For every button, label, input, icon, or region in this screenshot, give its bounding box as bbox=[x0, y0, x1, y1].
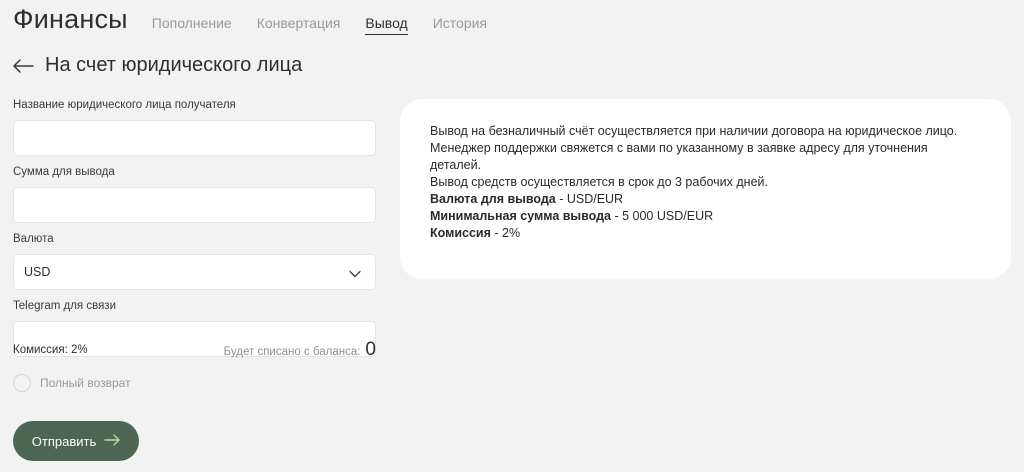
page-title: Финансы bbox=[13, 4, 128, 34]
info-line-contract: Вывод на безналичный счёт осуществляется… bbox=[430, 124, 958, 138]
info-line-manager: Менеджер поддержки свяжется с вами по ук… bbox=[430, 141, 928, 172]
balance-info: Будет списано с баланса: 0 bbox=[224, 339, 376, 361]
tabs: Пополнение Конвертация Вывод История bbox=[152, 15, 512, 35]
tab-history[interactable]: История bbox=[433, 15, 487, 35]
submit-button[interactable]: Отправить bbox=[13, 421, 139, 461]
summary-row: Комиссия: 2% Будет списано с баланса: 0 bbox=[13, 339, 376, 361]
tab-conversion[interactable]: Конвертация bbox=[257, 15, 341, 35]
info-currency-key: Валюта для вывода bbox=[430, 192, 556, 206]
tab-deposit[interactable]: Пополнение bbox=[152, 15, 232, 35]
company-name-input[interactable] bbox=[24, 121, 365, 155]
info-currency: Валюта для вывода - USD/EUR bbox=[430, 191, 981, 208]
info-currency-value: - USD/EUR bbox=[555, 192, 624, 206]
info-min-key: Минимальная сумма вывода bbox=[430, 209, 611, 223]
withdraw-form: Название юридического лица получателя Су… bbox=[13, 99, 376, 367]
info-card: Вывод на безналичный счёт осуществляется… bbox=[400, 99, 1011, 279]
subheader: На счет юридического лица bbox=[12, 54, 302, 77]
currency-select[interactable]: USD bbox=[13, 254, 376, 290]
full-refund-option[interactable]: Полный возврат bbox=[13, 374, 131, 392]
arrow-right-icon bbox=[104, 433, 120, 449]
amount-field[interactable] bbox=[13, 187, 376, 223]
section-title: На счет юридического лица bbox=[45, 54, 303, 76]
info-commission-key: Комиссия bbox=[430, 226, 491, 240]
balance-label: Будет списано с баланса: bbox=[223, 346, 361, 358]
info-min-value: - 5 000 USD/EUR bbox=[611, 209, 714, 223]
info-commission: Комиссия - 2% bbox=[430, 225, 981, 242]
arrow-left-icon[interactable] bbox=[12, 55, 34, 77]
info-min-amount: Минимальная сумма вывода - 5 000 USD/EUR bbox=[430, 208, 981, 225]
currency-label: Валюта bbox=[13, 233, 54, 245]
telegram-label: Telegram для связи bbox=[13, 300, 116, 312]
info-commission-value: - 2% bbox=[490, 226, 521, 240]
full-refund-radio[interactable] bbox=[13, 374, 31, 392]
amount-label: Сумма для вывода bbox=[13, 166, 115, 178]
top-header: Финансы Пополнение Конвертация Вывод Ист… bbox=[13, 4, 512, 35]
finance-page: Финансы Пополнение Конвертация Вывод Ист… bbox=[0, 0, 1024, 472]
amount-input[interactable] bbox=[24, 188, 365, 222]
submit-label: Отправить bbox=[31, 433, 97, 449]
full-refund-label: Полный возврат bbox=[40, 376, 131, 390]
info-line-terms: Вывод средств осуществляется в срок до 3… bbox=[430, 175, 768, 189]
commission-text: Комиссия: 2% bbox=[13, 344, 88, 356]
company-name-field[interactable] bbox=[13, 120, 376, 156]
tab-withdrawal[interactable]: Вывод bbox=[365, 15, 408, 35]
company-name-label: Название юридического лица получателя bbox=[13, 99, 236, 111]
balance-value: 0 bbox=[365, 339, 376, 360]
currency-value: USD bbox=[24, 265, 51, 279]
chevron-down-icon bbox=[349, 267, 361, 281]
